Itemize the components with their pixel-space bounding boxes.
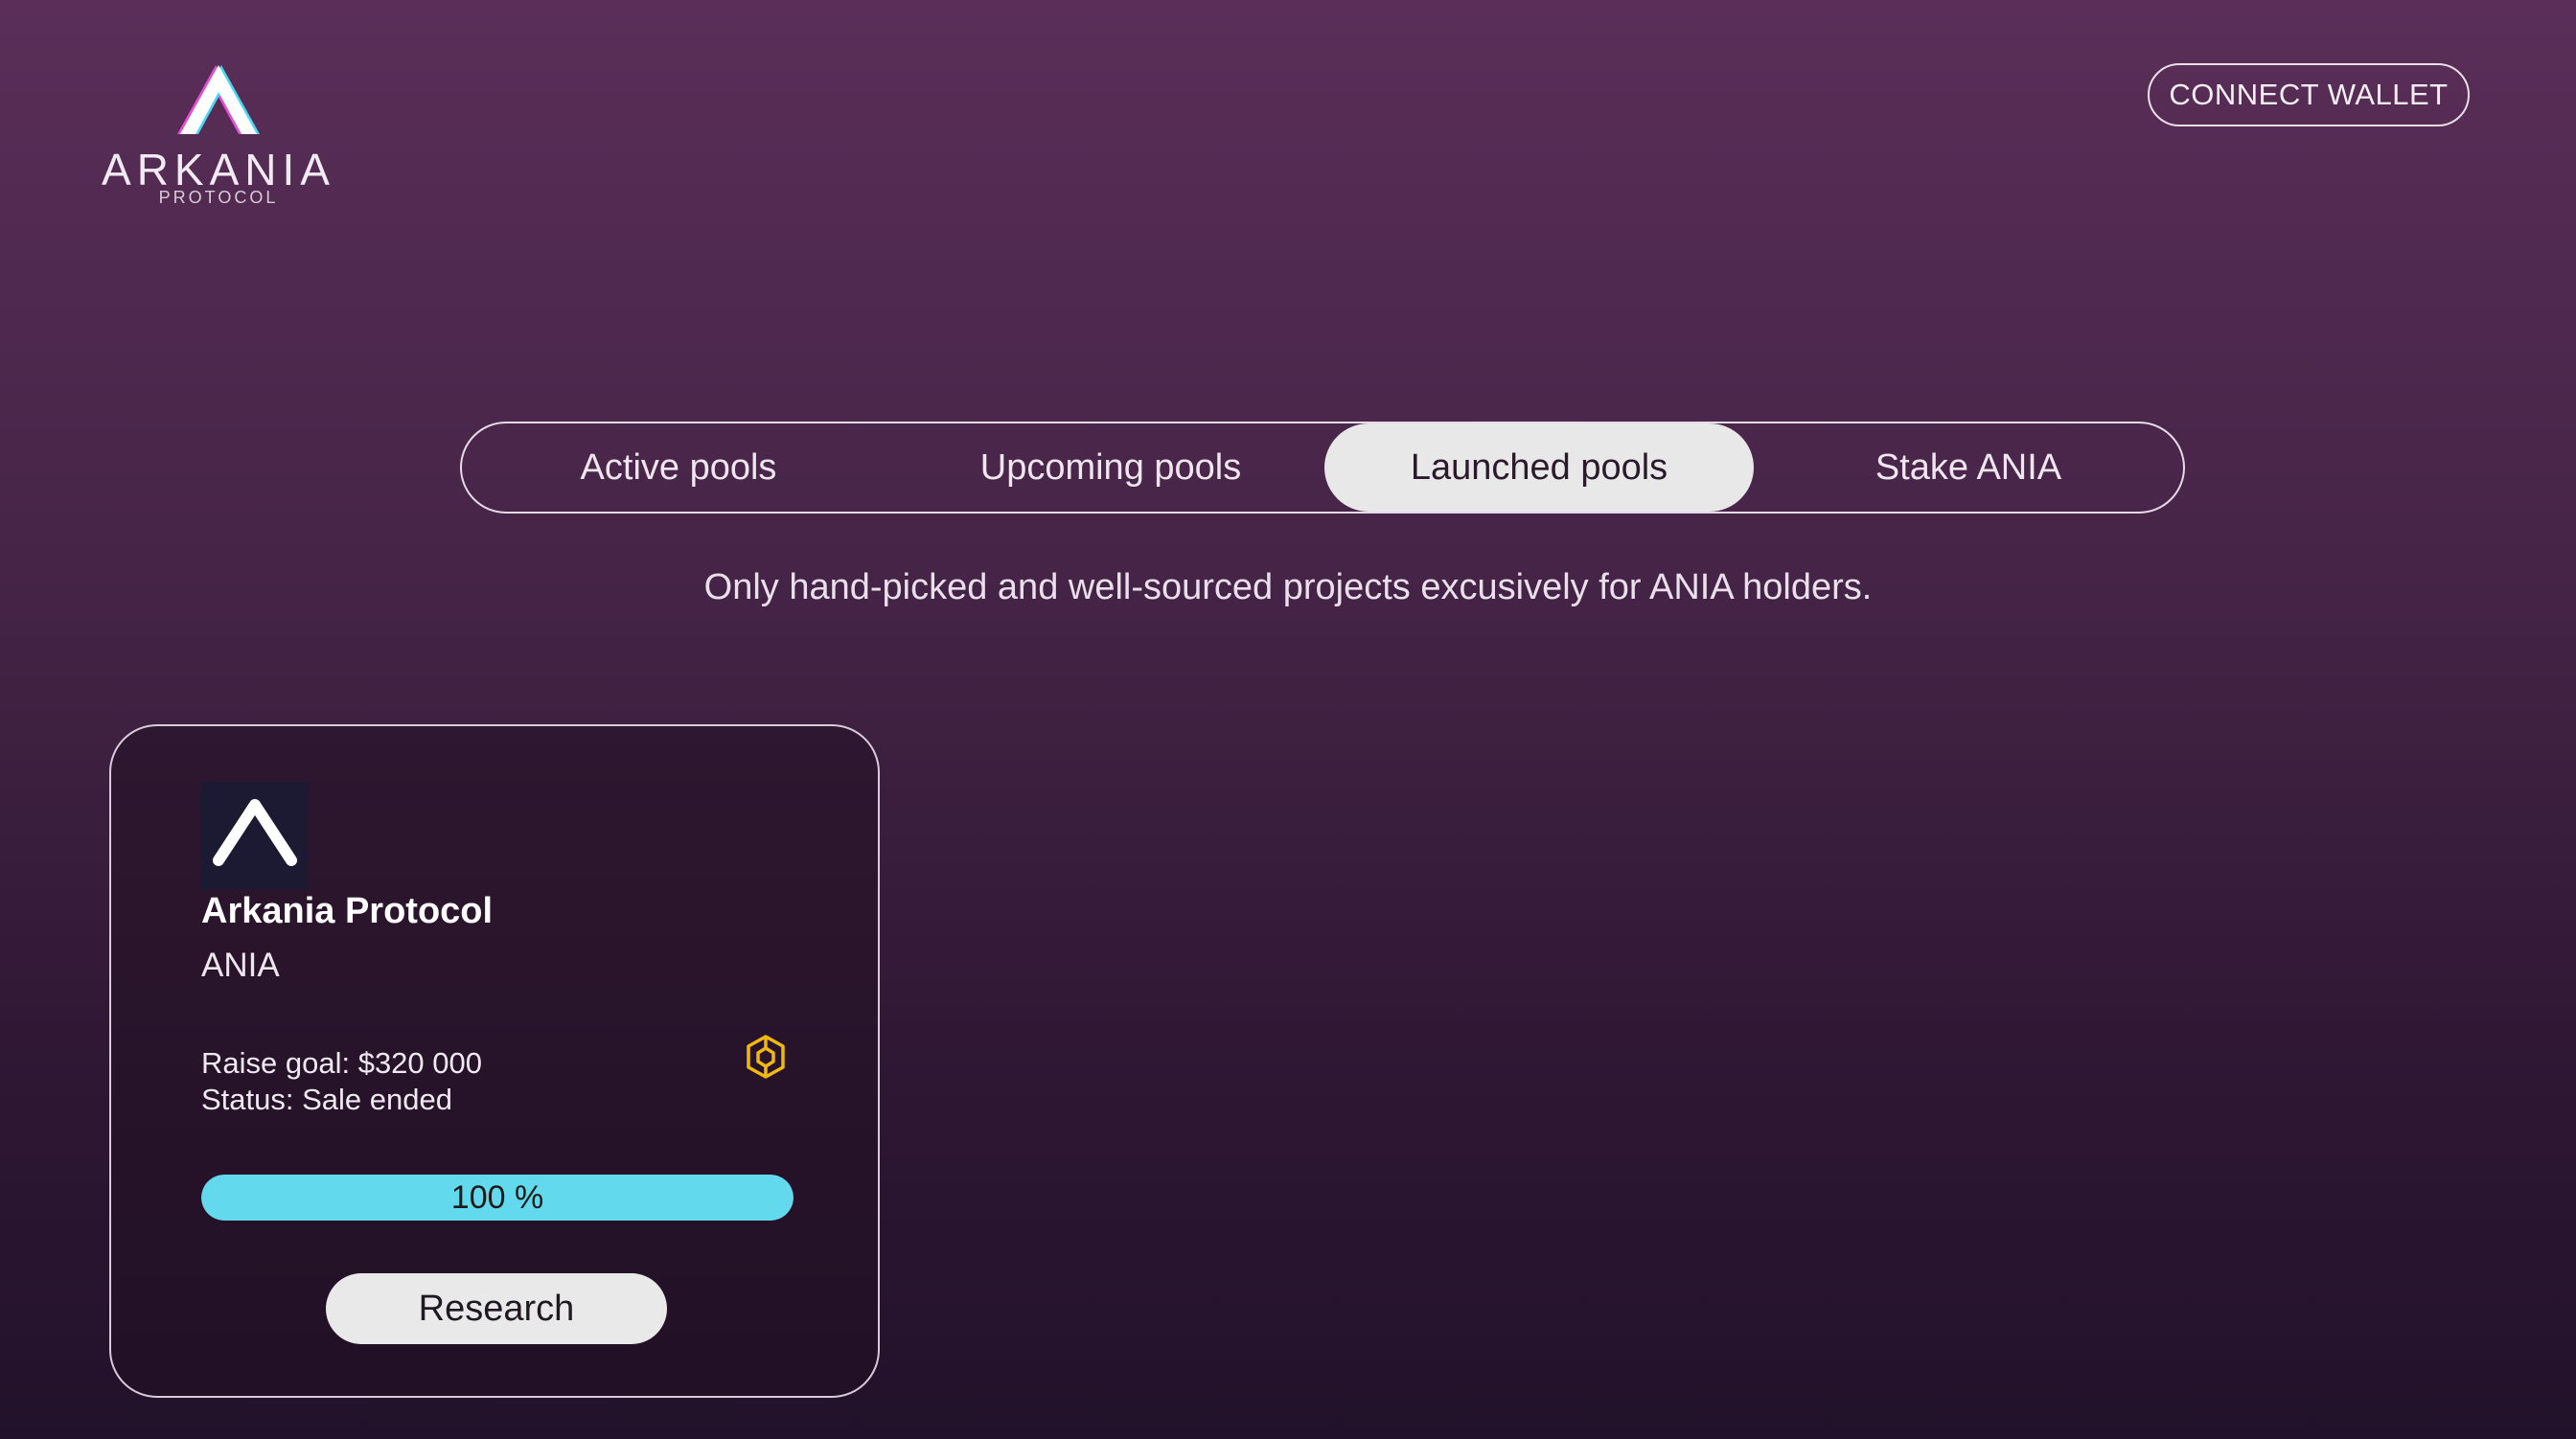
page-tagline: Only hand-picked and well-sourced projec… xyxy=(703,567,1873,607)
tab-active-pools[interactable]: Active pools xyxy=(462,423,895,512)
project-ticker: ANIA xyxy=(201,947,280,984)
tab-launched-pools[interactable]: Launched pools xyxy=(1324,423,1754,512)
bnb-chain-icon xyxy=(747,1035,785,1079)
tab-upcoming-pools[interactable]: Upcoming pools xyxy=(895,423,1326,512)
arkania-logo-icon xyxy=(213,799,297,866)
arkania-logo-icon xyxy=(177,65,260,134)
sale-status: Status: Sale ended xyxy=(201,1083,452,1116)
raise-goal: Raise goal: $320 000 xyxy=(201,1046,483,1080)
raise-progress-bar: 100 % xyxy=(201,1175,794,1221)
project-logo xyxy=(201,782,309,889)
research-button[interactable]: Research xyxy=(326,1273,667,1344)
connect-wallet-button[interactable]: CONNECT WALLET xyxy=(2148,63,2470,126)
progress-label: 100 % xyxy=(450,1178,544,1216)
pool-tabs: Active pools Upcoming pools Launched poo… xyxy=(460,422,2185,514)
brand-logo[interactable]: ARKANIA PROTOCOL xyxy=(84,61,353,215)
pool-card: Arkania Protocol ANIA Raise goal: $320 0… xyxy=(109,724,880,1398)
brand-subtitle: PROTOCOL xyxy=(158,188,279,207)
project-name: Arkania Protocol xyxy=(201,891,494,931)
tab-stake-ania[interactable]: Stake ANIA xyxy=(1754,423,2183,512)
